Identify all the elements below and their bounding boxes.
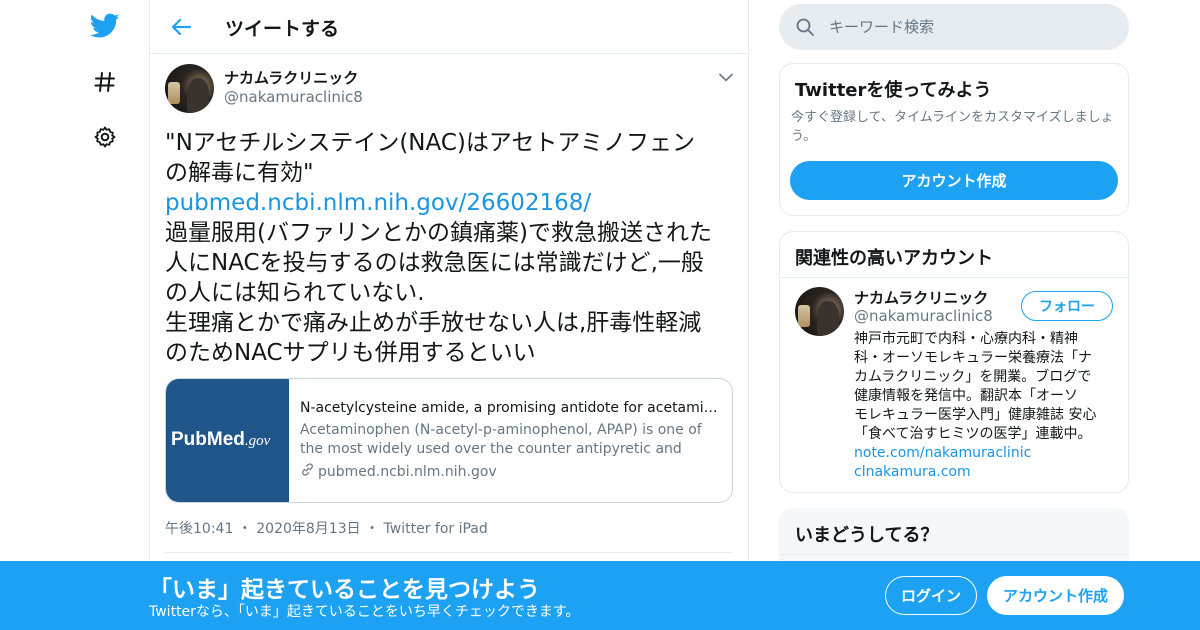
bottom-bar-title: 「いま」起きていることを見つけよう: [149, 577, 540, 603]
back-arrow-icon[interactable]: [166, 12, 196, 42]
pubmed-logo-suffix: .gov: [244, 433, 271, 449]
card-title: N-acetylcysteine amide, a promising anti…: [300, 400, 725, 416]
tweet-text-line: 過量服用(バファリンとかの鎮痛薬)で救急搬送された: [165, 220, 712, 246]
signup-button[interactable]: アカウント作成: [987, 576, 1124, 615]
search-icon: [795, 17, 815, 37]
bio-line: モレキュラー医学入門」健康雑誌 安心: [854, 407, 1097, 423]
divider: [780, 277, 1128, 278]
related-panel-title: 関連性の高いアカウント: [795, 248, 993, 269]
signup-panel-title: Twitterを使ってみよう: [795, 80, 992, 101]
tweet-text-line: 生理痛とかで痛み止めが手放せない人は,肝毒性軽減: [165, 310, 702, 336]
related-account-bio: 神戸市元町で内科・心療内科・精神 科・オーソモレキュラー栄養療法「ナ カムラクリ…: [854, 330, 1116, 482]
tweet-text-line: 人にNACを投与するのは救急医には常識だけど,一般: [165, 250, 704, 276]
tweet-text-line: の解毒に有効": [165, 160, 314, 186]
signup-panel: Twitterを使ってみよう 今すぐ登録して、タイムラインをカスタマイズしましょ…: [779, 63, 1129, 216]
tweet-source[interactable]: Twitter for iPad: [384, 521, 488, 537]
card-url-text: pubmed.ncbi.nlm.nih.gov: [318, 463, 497, 480]
chevron-down-icon[interactable]: [716, 67, 736, 87]
related-account-handle[interactable]: @nakamuraclinic8: [854, 307, 993, 325]
avatar[interactable]: [795, 287, 844, 336]
pubmed-logo: PubMed.gov: [166, 379, 289, 502]
bio-line: 神戸市元町で内科・心療内科・精神: [854, 331, 1078, 347]
author-handle[interactable]: @nakamuraclinic8: [224, 88, 363, 106]
search-input[interactable]: [829, 15, 1109, 39]
login-button[interactable]: ログイン: [885, 576, 977, 615]
follow-button[interactable]: フォロー: [1021, 291, 1113, 321]
link-card[interactable]: PubMed.gov N-acetylcysteine amide, a pro…: [165, 378, 733, 503]
related-account-name[interactable]: ナカムラクリニック: [854, 287, 988, 308]
tweet-link[interactable]: pubmed.ncbi.nlm.nih.gov/26602168/: [165, 190, 591, 216]
tweet-text-line: の人には知られていない.: [165, 280, 425, 306]
bottom-bar-subtitle: Twitterなら、「いま」起きていることをいち早くチェックできます。: [149, 604, 580, 620]
create-account-button[interactable]: アカウント作成: [790, 161, 1118, 200]
main-header: ツイートする: [150, 0, 748, 54]
signup-panel-text: 今すぐ登録して、タイムラインをカスタマイズしましょう。: [791, 110, 1114, 144]
bio-line: 「食べて治すヒミツの医学」連載中。: [854, 426, 1092, 442]
meta-separator: ・: [365, 521, 380, 537]
bottom-signup-bar: 「いま」起きていることを見つけよう Twitterなら、「いま」起きていることを…: [0, 561, 1200, 630]
divider: [780, 554, 1128, 555]
trends-panel-title: いまどうしてる？: [795, 525, 939, 546]
tweet-text-line: のためNACサプリも併用するといい: [165, 340, 536, 366]
avatar[interactable]: [165, 64, 214, 113]
bio-line: 科・オーソモレキュラー栄養療法「ナ: [854, 350, 1092, 366]
hashtag-icon[interactable]: [85, 62, 125, 102]
bio-line: 健康情報を発信中。翻訳本「オーソ: [854, 388, 1078, 404]
bio-line: カムラクリニック」を開業。ブログで: [854, 369, 1092, 385]
tweet-date[interactable]: 2020年8月13日: [256, 521, 360, 537]
tweet-time[interactable]: 午後10:41: [165, 521, 233, 537]
tweet-meta: 午後10:41 ・ 2020年8月13日 ・ Twitter for iPad: [165, 518, 488, 538]
tweet-text: "Nアセチルシステイン(NAC)はアセトアミノフェン の解毒に有効" pubme…: [165, 128, 735, 368]
page-title: ツイートする: [225, 18, 340, 40]
meta-separator: ・: [237, 521, 252, 537]
author-name[interactable]: ナカムラクリニック: [224, 67, 358, 88]
search-box[interactable]: [779, 4, 1129, 50]
card-url: pubmed.ncbi.nlm.nih.gov: [300, 462, 497, 481]
bio-link[interactable]: note.com/nakamuraclinic: [854, 444, 1116, 463]
related-accounts-panel: 関連性の高いアカウント ナカムラクリニック @nakamuraclinic8 フ…: [779, 231, 1129, 493]
divider: [165, 552, 733, 553]
twitter-logo-icon[interactable]: [85, 6, 125, 46]
pubmed-logo-text: PubMed: [171, 429, 245, 450]
tweet-text-line: "Nアセチルシステイン(NAC)はアセトアミノフェン: [165, 130, 695, 156]
card-description: Acetaminophen (N-acetyl-p-aminophenol, A…: [300, 422, 702, 457]
link-icon: [300, 462, 315, 481]
gear-icon[interactable]: [85, 117, 125, 157]
bio-link[interactable]: clnakamura.com: [854, 463, 1116, 482]
